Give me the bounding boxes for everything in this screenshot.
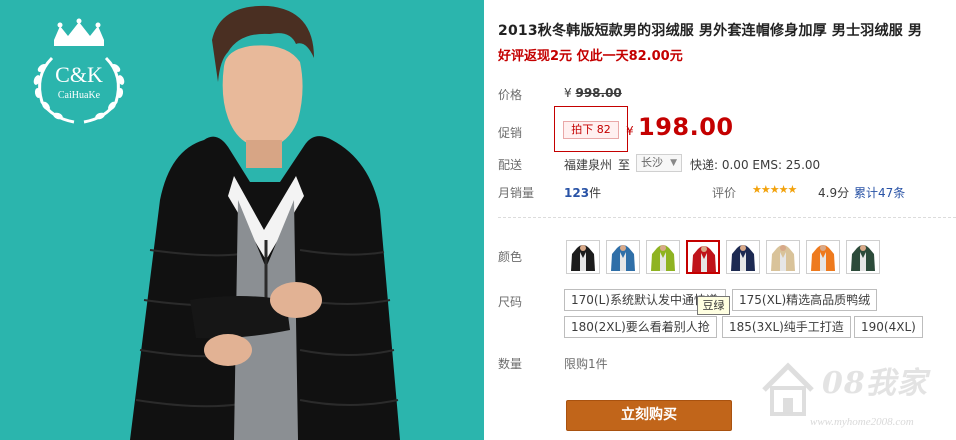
monthly-sales: 123件 <box>564 184 601 201</box>
jacket-thumbnail-icon <box>811 245 835 271</box>
product-image[interactable]: C&K CaiHuaKe <box>0 0 484 440</box>
shipping-label: 配送 <box>498 158 523 172</box>
shipping-to: 至 <box>618 158 631 172</box>
model-figure <box>130 5 400 440</box>
total-reviews-link[interactable]: 累计47条 <box>854 184 905 201</box>
color-swatch-blue[interactable] <box>606 240 640 274</box>
currency-symbol: ¥ <box>564 86 572 100</box>
buy-now-button[interactable]: 立刻购买 <box>566 400 732 431</box>
watermark-url: www.myhome2008.com <box>810 416 914 428</box>
color-label: 颜色 <box>498 250 523 264</box>
color-swatch-green[interactable] <box>646 240 680 274</box>
size-option-180[interactable]: 180(2XL)要么看着别人抢 <box>564 316 717 338</box>
monthly-sales-unit: 件 <box>589 186 602 200</box>
promotion-highlight: 拍下 82 <box>554 106 628 152</box>
color-swatch-red[interactable] <box>686 240 720 274</box>
sale-price: 198.00 <box>638 113 734 141</box>
color-swatch-navy[interactable] <box>726 240 760 274</box>
svg-text:CaiHuaKe: CaiHuaKe <box>58 90 101 101</box>
size-option-175[interactable]: 175(XL)精选高品质鸭绒 <box>732 289 878 311</box>
divider <box>498 217 956 218</box>
watermark-text: 08我家 <box>822 366 928 401</box>
jacket-thumbnail-icon <box>851 245 875 271</box>
size-label: 尺码 <box>498 295 523 309</box>
jacket-thumbnail-icon <box>771 245 795 271</box>
monthly-sales-label: 月销量 <box>498 186 535 200</box>
monthly-sales-count: 123 <box>564 186 590 200</box>
color-swatch-beige[interactable] <box>766 240 800 274</box>
price-label: 价格 <box>498 88 523 102</box>
destination-value: 长沙 <box>641 156 663 169</box>
chevron-down-icon: ▼ <box>670 158 677 168</box>
color-swatch-dark-green[interactable] <box>846 240 880 274</box>
size-option-190[interactable]: 190(4XL) <box>854 316 923 338</box>
jacket-thumbnail-icon <box>611 245 635 271</box>
size-option-185[interactable]: 185(3XL)纯手工打造 <box>722 316 851 338</box>
star-rating-icon: ★★★★★ <box>752 183 797 196</box>
svg-text:C&K: C&K <box>55 62 103 87</box>
destination-select[interactable]: 长沙 ▼ <box>636 154 682 172</box>
shipping-fees: 快递: 0.00 EMS: 25.00 <box>690 158 821 172</box>
promotion-tag: 拍下 82 <box>563 121 619 139</box>
jacket-thumbnail-icon <box>731 245 755 271</box>
jacket-thumbnail-icon <box>692 246 716 272</box>
color-swatch-orange[interactable] <box>806 240 840 274</box>
house-icon <box>762 362 814 416</box>
original-price-value: 998.00 <box>575 86 622 100</box>
purchase-limit: 限购1件 <box>564 357 608 371</box>
color-tooltip: 豆绿 <box>697 296 730 315</box>
color-swatch-black[interactable] <box>566 240 600 274</box>
promotion-label: 促销 <box>498 126 523 140</box>
sale-currency-symbol: ¥ <box>626 124 634 138</box>
rating-score: 4.9分 <box>818 186 850 200</box>
jacket-thumbnail-icon <box>651 245 675 271</box>
quantity-label: 数量 <box>498 357 523 371</box>
shipping-origin: 福建泉州 <box>564 158 613 172</box>
rating-label: 评价 <box>712 186 737 200</box>
original-price: ¥ 998.00 <box>564 86 622 100</box>
site-watermark: 08我家 www.myhome2008.com <box>758 358 954 438</box>
product-title: 2013秋冬韩版短款男的羽绒服 男外套连帽修身加厚 男士羽绒服 男 <box>498 23 923 39</box>
jacket-thumbnail-icon <box>571 245 595 271</box>
promo-line: 好评返现2元 仅此一天82.00元 <box>498 49 683 64</box>
